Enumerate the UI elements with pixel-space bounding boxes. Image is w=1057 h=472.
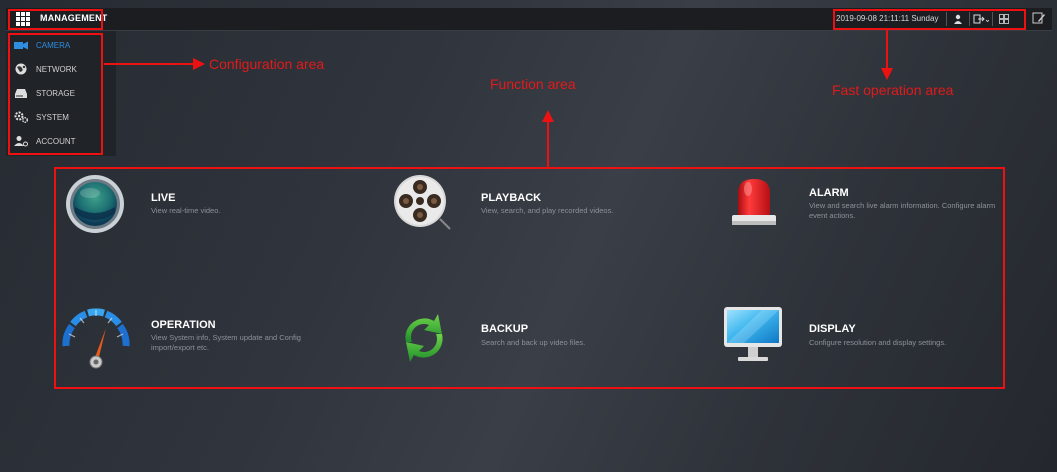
edit-note-icon[interactable] xyxy=(1032,11,1046,25)
refresh-arrows-icon xyxy=(405,314,443,362)
configuration-area-label: Configuration area xyxy=(209,56,325,72)
fast-operation-area-label: Fast operation area xyxy=(832,82,954,98)
operation-title: OPERATION xyxy=(151,319,216,331)
function-area-label: Function area xyxy=(490,76,576,92)
playback-title: PLAYBACK xyxy=(481,192,542,204)
alarm-siren-icon xyxy=(732,179,776,225)
monitor-icon xyxy=(724,307,782,361)
configuration-area-box xyxy=(8,33,103,155)
live-title: LIVE xyxy=(151,192,176,204)
playback-desc: View, search, and play recorded videos. xyxy=(481,206,614,215)
display-title: DISPLAY xyxy=(809,323,856,335)
function-arrow-head xyxy=(542,110,554,122)
display-tile[interactable]: DISPLAY Configure resolution and display… xyxy=(722,305,1002,371)
live-tile[interactable]: LIVE View real-time video. xyxy=(62,173,362,235)
display-desc: Configure resolution and display setting… xyxy=(809,338,947,347)
alarm-title: ALARM xyxy=(809,187,849,199)
management-highlight-box xyxy=(8,9,103,30)
live-lens-icon xyxy=(66,175,124,233)
fast-operation-box xyxy=(833,9,1026,30)
function-arrow-line xyxy=(547,118,549,167)
backup-tile[interactable]: BACKUP Search and back up video files. xyxy=(392,308,692,370)
live-desc: View real-time video. xyxy=(151,206,221,215)
operation-tile[interactable]: OPERATION View System info, System updat… xyxy=(60,304,360,374)
config-arrow-head xyxy=(193,58,205,70)
config-arrow-line xyxy=(104,63,196,65)
fast-op-arrow-head xyxy=(881,68,893,80)
alarm-tile[interactable]: ALARM View and search live alarm informa… xyxy=(722,173,1002,235)
backup-title: BACKUP xyxy=(481,323,529,335)
playback-tile[interactable]: PLAYBACK View, search, and play recorded… xyxy=(392,173,692,235)
backup-desc: Search and back up video files. xyxy=(481,338,586,347)
gauge-icon xyxy=(62,308,130,369)
film-reel-icon xyxy=(394,175,451,230)
fast-op-arrow-line xyxy=(886,30,888,72)
alarm-desc: View and search live alarm information. … xyxy=(809,201,996,220)
operation-desc: View System info, System update and Conf… xyxy=(151,333,301,352)
